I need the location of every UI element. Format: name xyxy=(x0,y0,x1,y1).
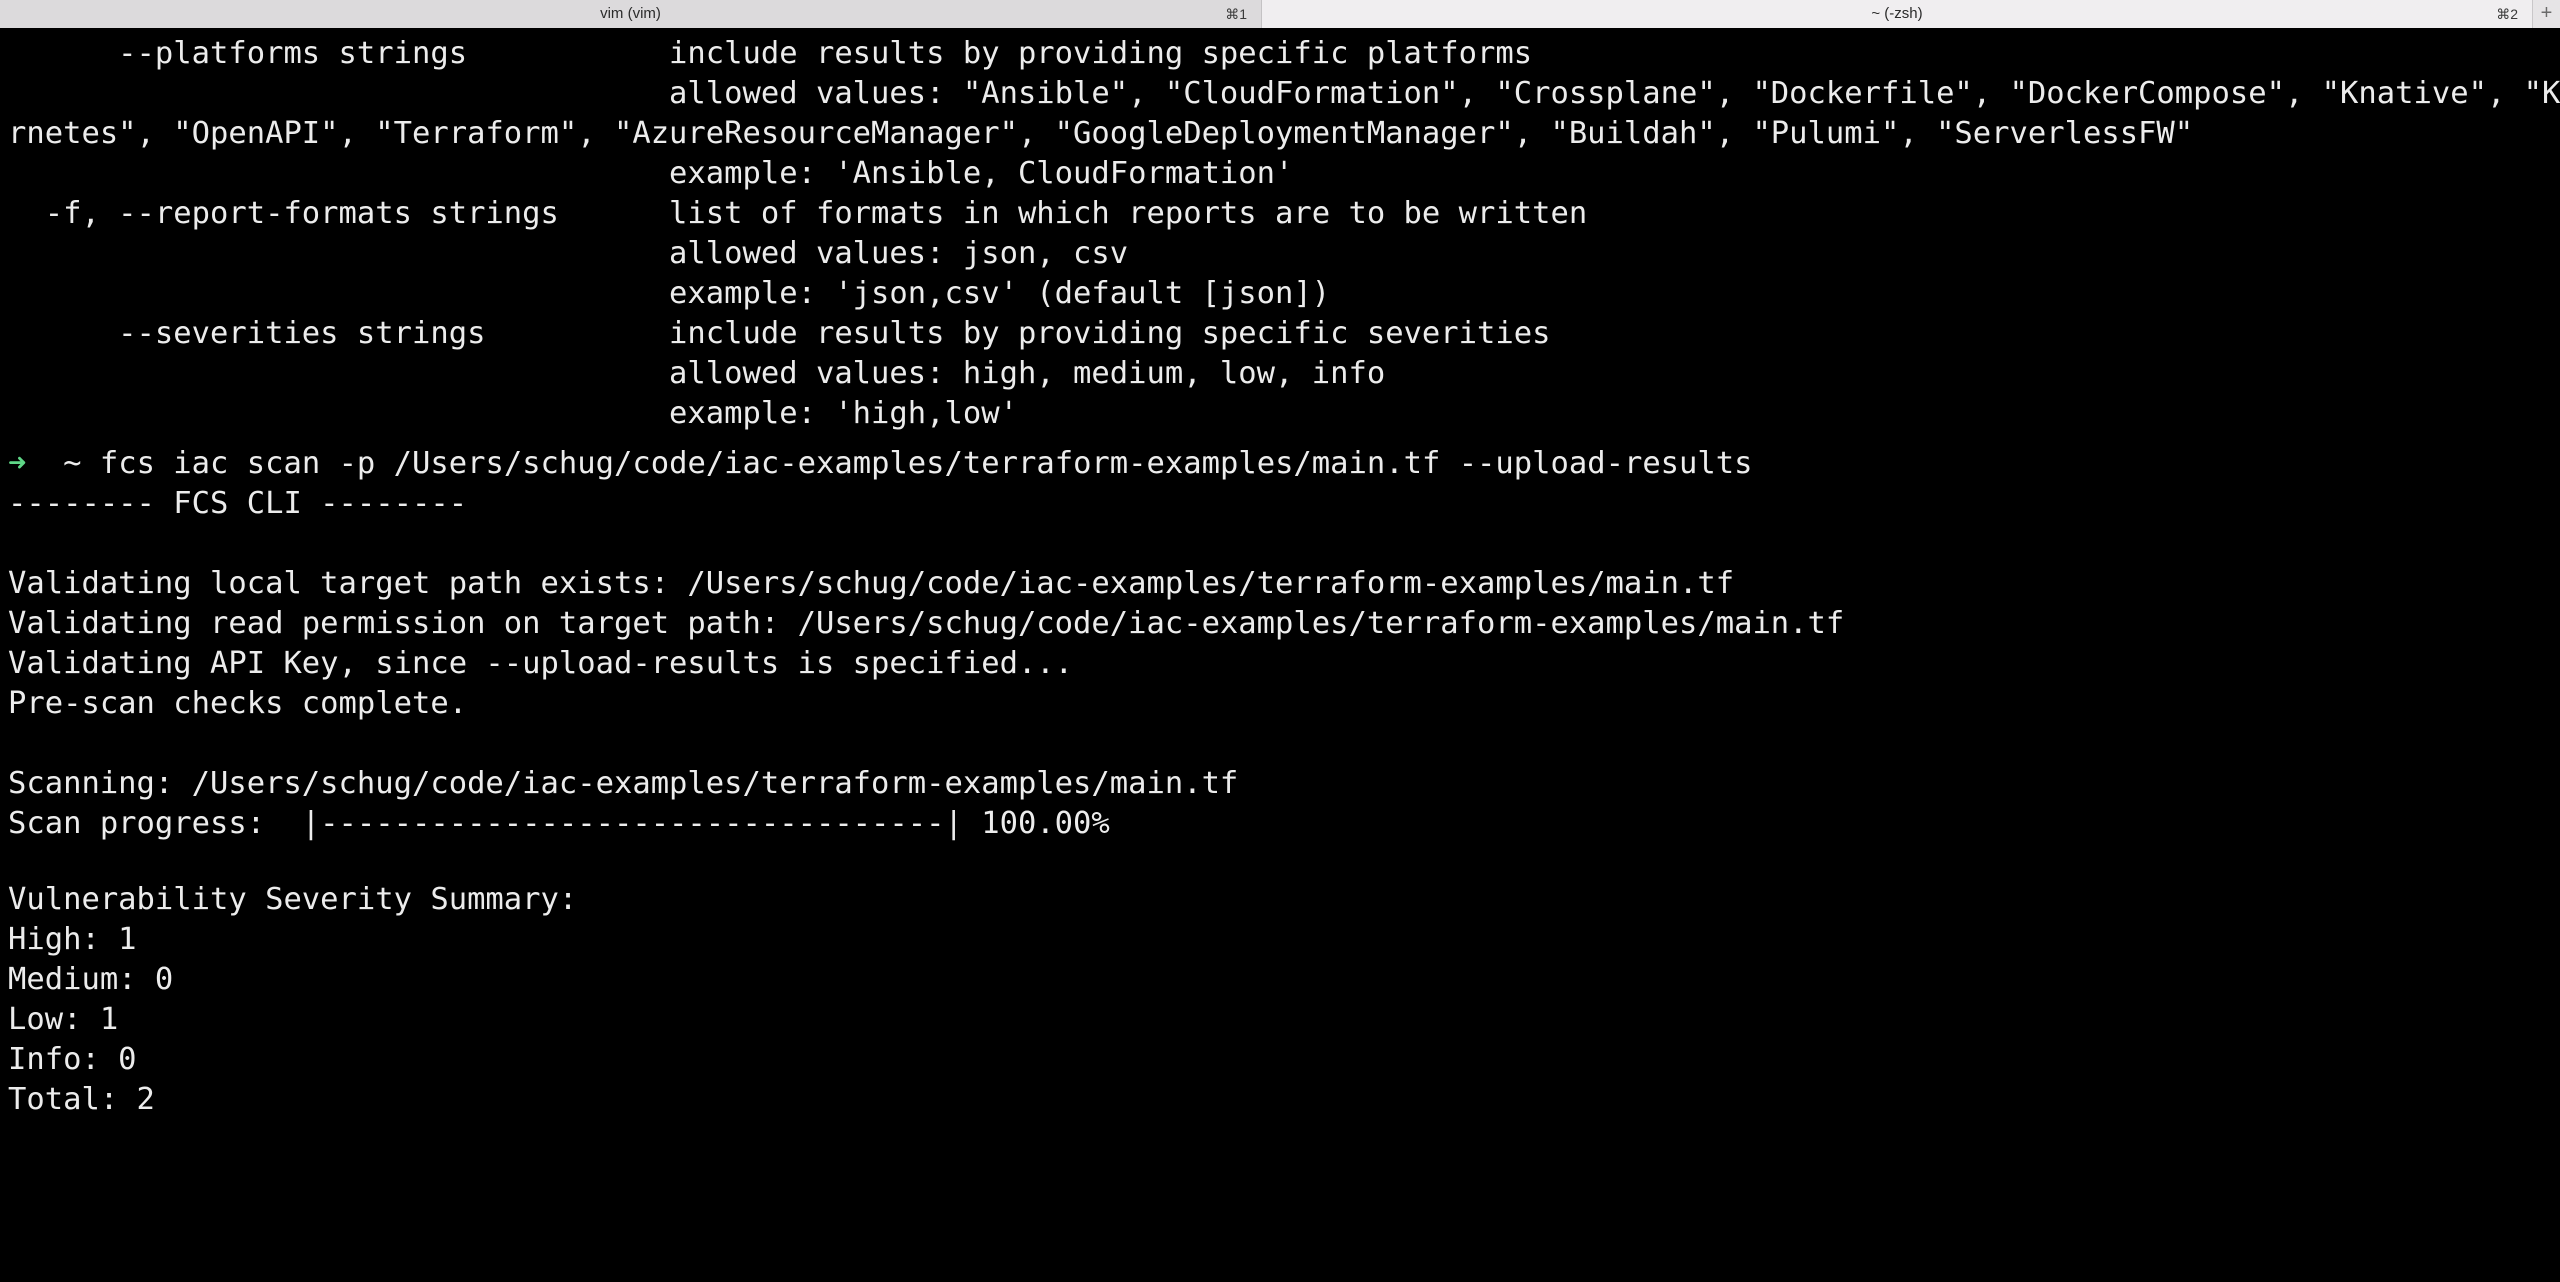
output-line: Pre-scan checks complete. xyxy=(8,686,468,721)
tab-title: ~ (-zsh) xyxy=(1871,5,1923,22)
summary-heading: Vulnerability Severity Summary: xyxy=(8,882,578,917)
help-line: example: 'json,csv' (default [json]) xyxy=(8,276,1331,311)
help-line: example: 'high,low' xyxy=(8,396,1018,431)
output-line: -------- FCS CLI -------- xyxy=(8,486,468,521)
tab-zsh[interactable]: ~ (-zsh) ⌘2 xyxy=(1262,0,2532,28)
command-line: ➜ ~ fcs iac scan -p /Users/schug/code/ia… xyxy=(8,444,1753,484)
help-line: --severities strings include results by … xyxy=(8,316,1551,351)
tab-shortcut: ⌘2 xyxy=(2496,6,2518,22)
help-line: allowed values: json, csv xyxy=(8,236,1129,271)
help-line: allowed values: high, medium, low, info xyxy=(8,356,1386,391)
terminal-output[interactable]: --platforms strings include results by p… xyxy=(0,28,2560,1282)
prompt-arrow-icon: ➜ xyxy=(8,446,27,481)
output-line: Validating API Key, since --upload-resul… xyxy=(8,646,1074,681)
tab-vim[interactable]: vim (vim) ⌘1 xyxy=(0,0,1262,28)
scan-progress-line: Scan progress: |------------------------… xyxy=(8,806,1110,841)
prompt-cwd: ~ xyxy=(63,446,82,481)
new-tab-button[interactable]: + xyxy=(2532,0,2560,28)
summary-info: Info: 0 xyxy=(8,1042,137,1077)
summary-medium: Medium: 0 xyxy=(8,962,174,997)
summary-total: Total: 2 xyxy=(8,1082,155,1117)
help-line: --platforms strings include results by p… xyxy=(8,36,1533,71)
output-line: Validating read permission on target pat… xyxy=(8,606,1845,641)
help-line: allowed values: "Ansible", "CloudFormati… xyxy=(8,76,2560,111)
output-line: Scanning: /Users/schug/code/iac-examples… xyxy=(8,766,1239,801)
summary-high: High: 1 xyxy=(8,922,137,957)
help-line: rnetes", "OpenAPI", "Terraform", "AzureR… xyxy=(8,116,2194,151)
tab-shortcut: ⌘1 xyxy=(1225,6,1247,22)
help-line: example: 'Ansible, CloudFormation' xyxy=(8,156,1294,191)
help-line: -f, --report-formats strings list of for… xyxy=(8,196,1588,231)
tab-bar: vim (vim) ⌘1 ~ (-zsh) ⌘2 + xyxy=(0,0,2560,29)
tab-title: vim (vim) xyxy=(600,5,661,22)
command-text: fcs iac scan -p /Users/schug/code/iac-ex… xyxy=(99,446,1753,481)
summary-low: Low: 1 xyxy=(8,1002,119,1037)
output-line: Validating local target path exists: /Us… xyxy=(8,566,1735,601)
